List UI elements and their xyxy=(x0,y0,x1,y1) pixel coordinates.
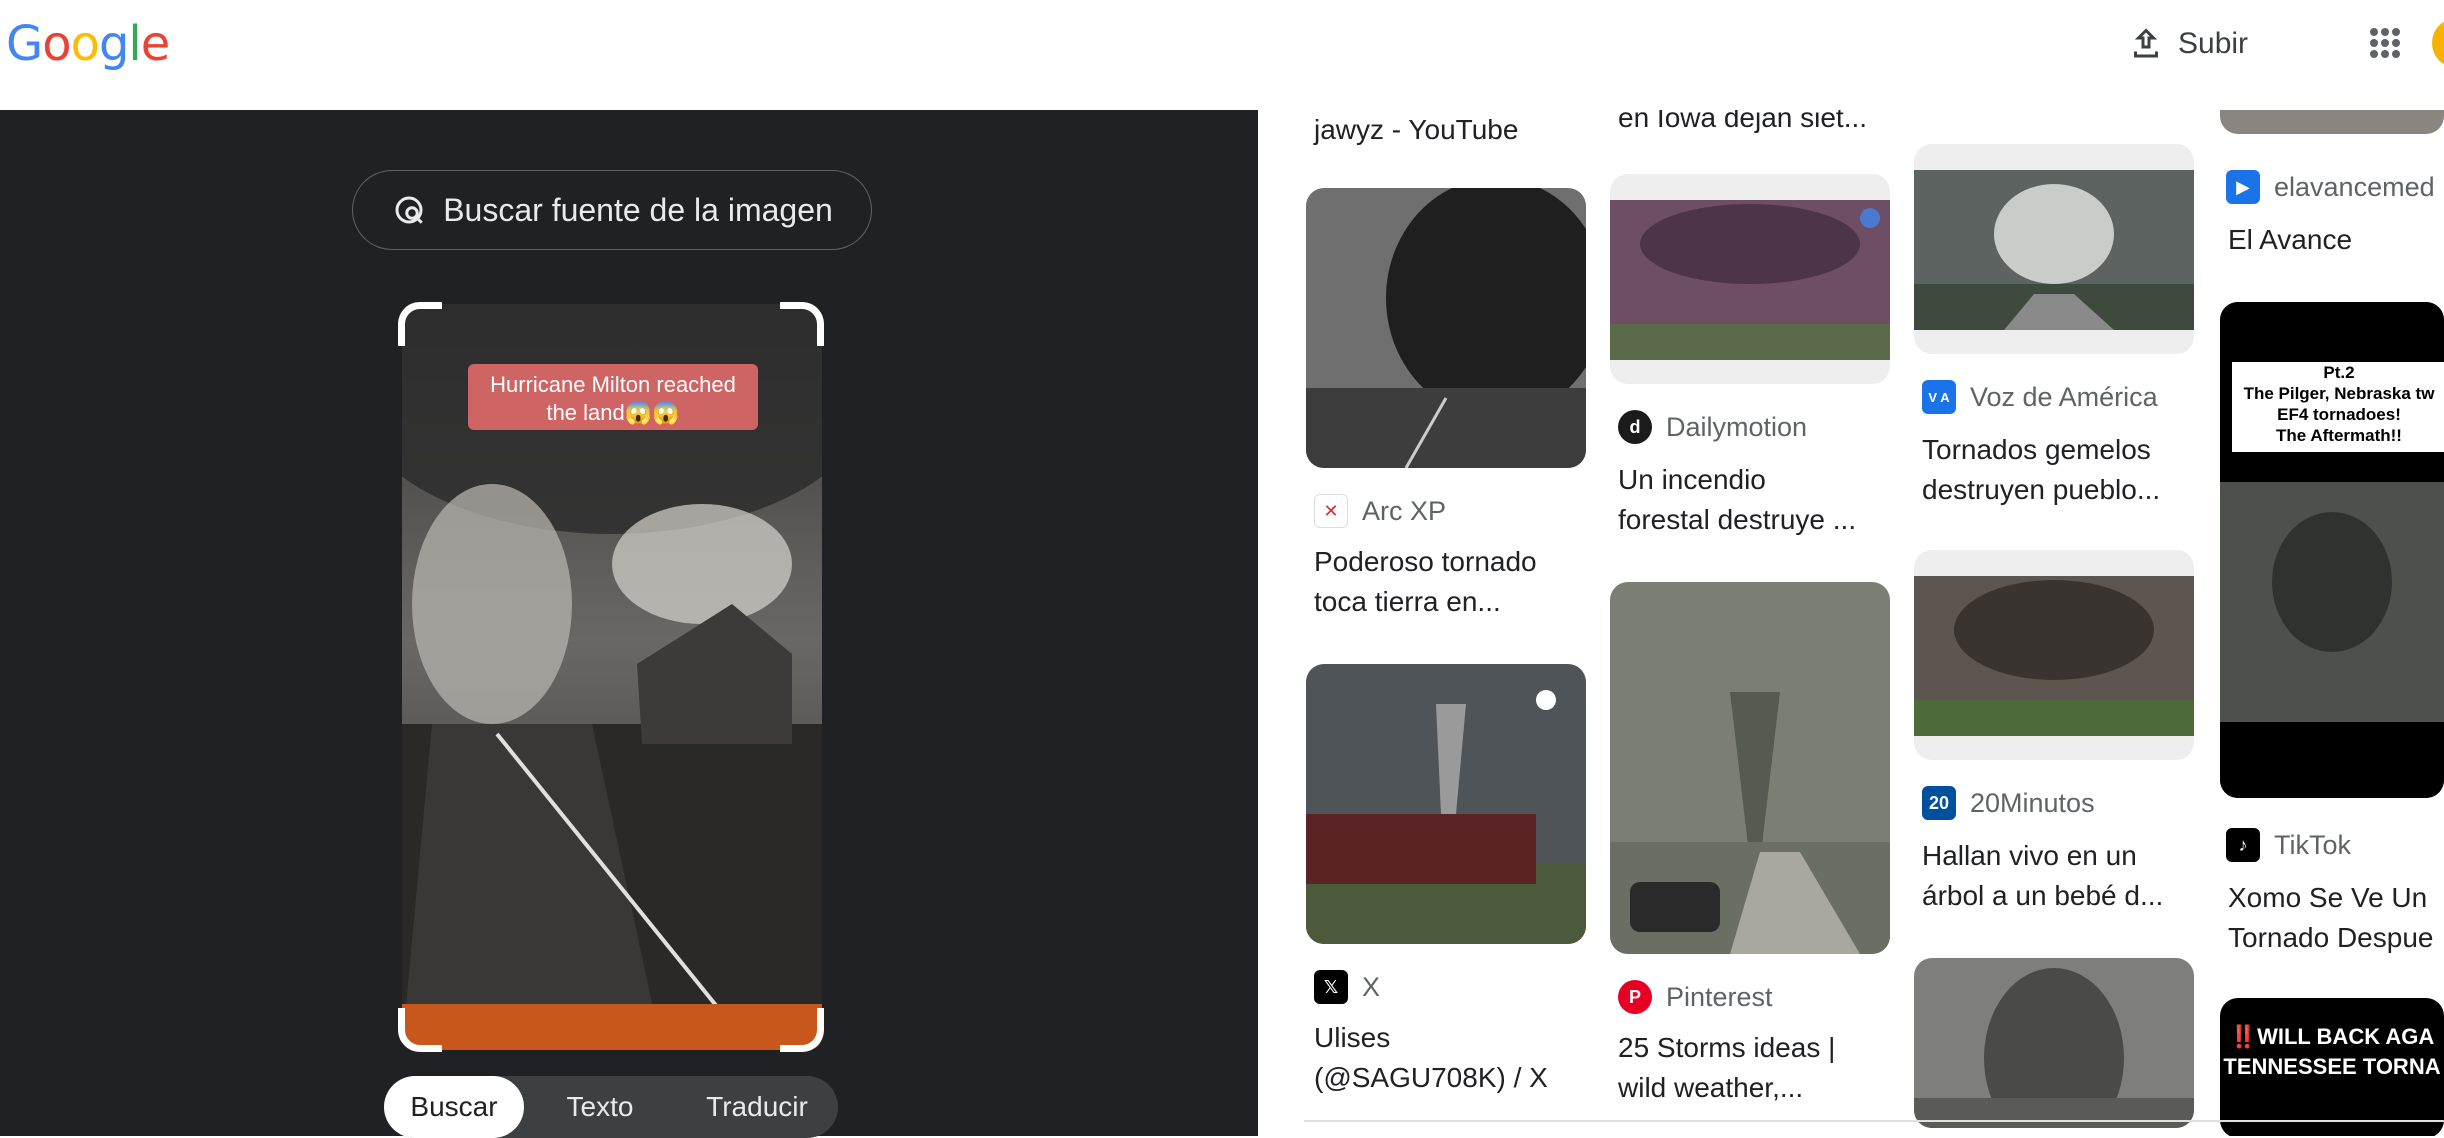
result-source[interactable]: ▶ elavancemed xyxy=(2226,170,2435,204)
result-thumbnail[interactable] xyxy=(2220,110,2444,134)
result-title[interactable]: Xomo Se Ve Un Tornado Despue xyxy=(2228,878,2444,958)
tab-texto[interactable]: Texto xyxy=(524,1076,676,1138)
tiktok-icon: ♪ xyxy=(2226,828,2260,862)
result-source[interactable]: ♪ TikTok xyxy=(2226,828,2351,862)
result-title[interactable]: jawyz - YouTube xyxy=(1314,110,1604,150)
find-image-source-button[interactable]: Buscar fuente de la imagen xyxy=(352,170,872,250)
divider xyxy=(1304,1120,2444,1122)
thumbnail-caption: ‼️WILL BACK AGA TENNESSEE TORNA xyxy=(2223,1024,2441,1079)
crop-handle-top-right[interactable] xyxy=(780,302,824,346)
result-source[interactable]: d Dailymotion xyxy=(1618,410,1807,444)
crop-handle-bottom-left[interactable] xyxy=(398,1008,442,1052)
google-logo[interactable]: Google xyxy=(6,16,171,72)
result-thumbnail[interactable] xyxy=(1610,174,1890,384)
x-icon: 𝕏 xyxy=(1314,970,1348,1004)
query-image[interactable]: Hurricane Milton reached the land😱😱 xyxy=(402,304,822,1050)
result-title[interactable]: Poderoso tornado toca tierra en... xyxy=(1314,542,1604,622)
logo-letter: o xyxy=(70,16,100,72)
apps-grid-icon[interactable] xyxy=(2370,28,2400,58)
avatar[interactable] xyxy=(2432,20,2444,66)
find-image-source-label: Buscar fuente de la imagen xyxy=(443,191,833,228)
result-source[interactable]: P Pinterest xyxy=(1618,980,1773,1014)
overlay-text-line2: the land😱😱 xyxy=(546,400,679,426)
logo-letter: l xyxy=(128,16,141,72)
result-thumbnail[interactable] xyxy=(1306,188,1586,468)
thumbnail-caption: Pt.2 The Pilger, Nebraska tw EF4 tornado… xyxy=(2243,363,2435,445)
upload-label: Subir xyxy=(2178,27,2249,60)
crop-handle-top-left[interactable] xyxy=(398,302,442,346)
result-title[interactable]: Ulises (@SAGU708K) / X xyxy=(1314,1018,1604,1098)
visual-matches-grid: jawyz - YouTube en Iowa dejan siet... ✕ … xyxy=(1258,110,2444,1136)
dailymotion-icon: d xyxy=(1618,410,1652,444)
arc-xp-icon: ✕ xyxy=(1314,494,1348,528)
result-thumbnail[interactable]: Pt.2 The Pilger, Nebraska tw EF4 tornado… xyxy=(2220,302,2444,798)
image-search-icon xyxy=(395,196,424,224)
result-title[interactable]: en Iowa dejan siet... xyxy=(1618,110,1908,138)
upload-icon xyxy=(2134,28,2158,58)
tab-traducir[interactable]: Traducir xyxy=(676,1076,838,1138)
logo-letter: e xyxy=(140,16,171,72)
result-source[interactable]: 20 20Minutos xyxy=(1922,786,2095,820)
result-title[interactable]: Hallan vivo en un árbol a un bebé d... xyxy=(1922,836,2212,916)
elavance-icon: ▶ xyxy=(2226,170,2260,204)
20minutos-icon: 20 xyxy=(1922,786,1956,820)
logo-letter: g xyxy=(98,16,129,72)
crop-handle-bottom-right[interactable] xyxy=(780,1008,824,1052)
result-thumbnail[interactable] xyxy=(1306,664,1586,944)
result-title[interactable]: 25 Storms ideas | wild weather,... xyxy=(1618,1028,1908,1108)
result-title[interactable]: Un incendio forestal destruye ... xyxy=(1618,460,1908,540)
result-thumbnail[interactable]: ‼️WILL BACK AGA TENNESSEE TORNA xyxy=(2220,998,2444,1136)
pinterest-icon: P xyxy=(1618,980,1652,1014)
result-source[interactable]: 𝕏 X xyxy=(1314,970,1380,1004)
upload-button[interactable]: Subir xyxy=(2128,18,2248,70)
image-preview-panel: Buscar fuente de la imagen Hurricane Mil… xyxy=(0,110,1258,1138)
result-title[interactable]: Tornados gemelos destruyen pueblo... xyxy=(1922,430,2212,510)
result-title[interactable]: El Avance xyxy=(2228,220,2444,260)
result-thumbnail[interactable] xyxy=(1914,144,2194,354)
top-bar: Google Subir xyxy=(0,0,2444,110)
overlay-text-line1: Hurricane Milton reached xyxy=(490,372,736,397)
mode-switcher: Buscar Texto Traducir xyxy=(384,1076,838,1138)
result-source[interactable]: V A Voz de América xyxy=(1922,380,2158,414)
result-thumbnail[interactable] xyxy=(1610,582,1890,954)
logo-letter: o xyxy=(42,16,71,72)
voa-icon: V A xyxy=(1922,380,1956,414)
tab-buscar[interactable]: Buscar xyxy=(384,1076,524,1138)
logo-letter: G xyxy=(6,16,43,72)
result-source[interactable]: ✕ Arc XP xyxy=(1314,494,1446,528)
result-thumbnail[interactable] xyxy=(1914,550,2194,760)
result-thumbnail[interactable] xyxy=(1914,958,2194,1128)
